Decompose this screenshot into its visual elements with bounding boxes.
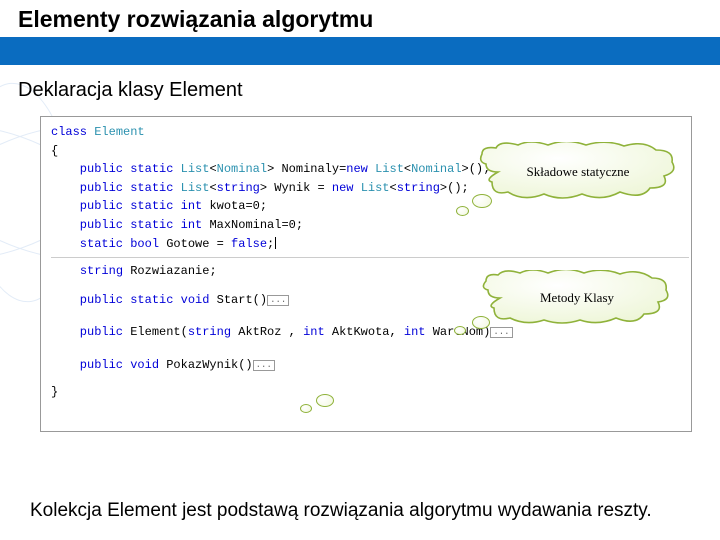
title-underline-bar — [0, 37, 720, 65]
collapse-box-icon: ... — [253, 360, 275, 371]
title-area: Elementy rozwiązania algorytmu — [0, 0, 720, 37]
thought-bubble-icon — [316, 394, 334, 407]
callout-static-members: Składowe statyczne — [478, 142, 678, 204]
thought-bubble-icon — [456, 206, 469, 216]
page-title: Elementy rozwiązania algorytmu — [18, 6, 702, 33]
thought-bubble-icon — [472, 316, 490, 329]
section-heading: Deklaracja klasy Element — [0, 65, 720, 110]
callout-label: Składowe statyczne — [478, 164, 678, 180]
collapse-box-icon: ... — [267, 295, 289, 306]
thought-bubble-icon — [454, 326, 466, 335]
callout-label: Metody Klasy — [482, 290, 672, 306]
code-separator — [51, 257, 689, 258]
bottom-paragraph: Kolekcja Element jest podstawą rozwiązan… — [30, 500, 700, 522]
collapse-box-icon: ... — [490, 327, 512, 338]
callout-class-methods: Metody Klasy — [482, 270, 672, 328]
thought-bubble-icon — [300, 404, 312, 413]
thought-bubble-icon — [472, 194, 492, 208]
text-cursor — [275, 237, 276, 249]
